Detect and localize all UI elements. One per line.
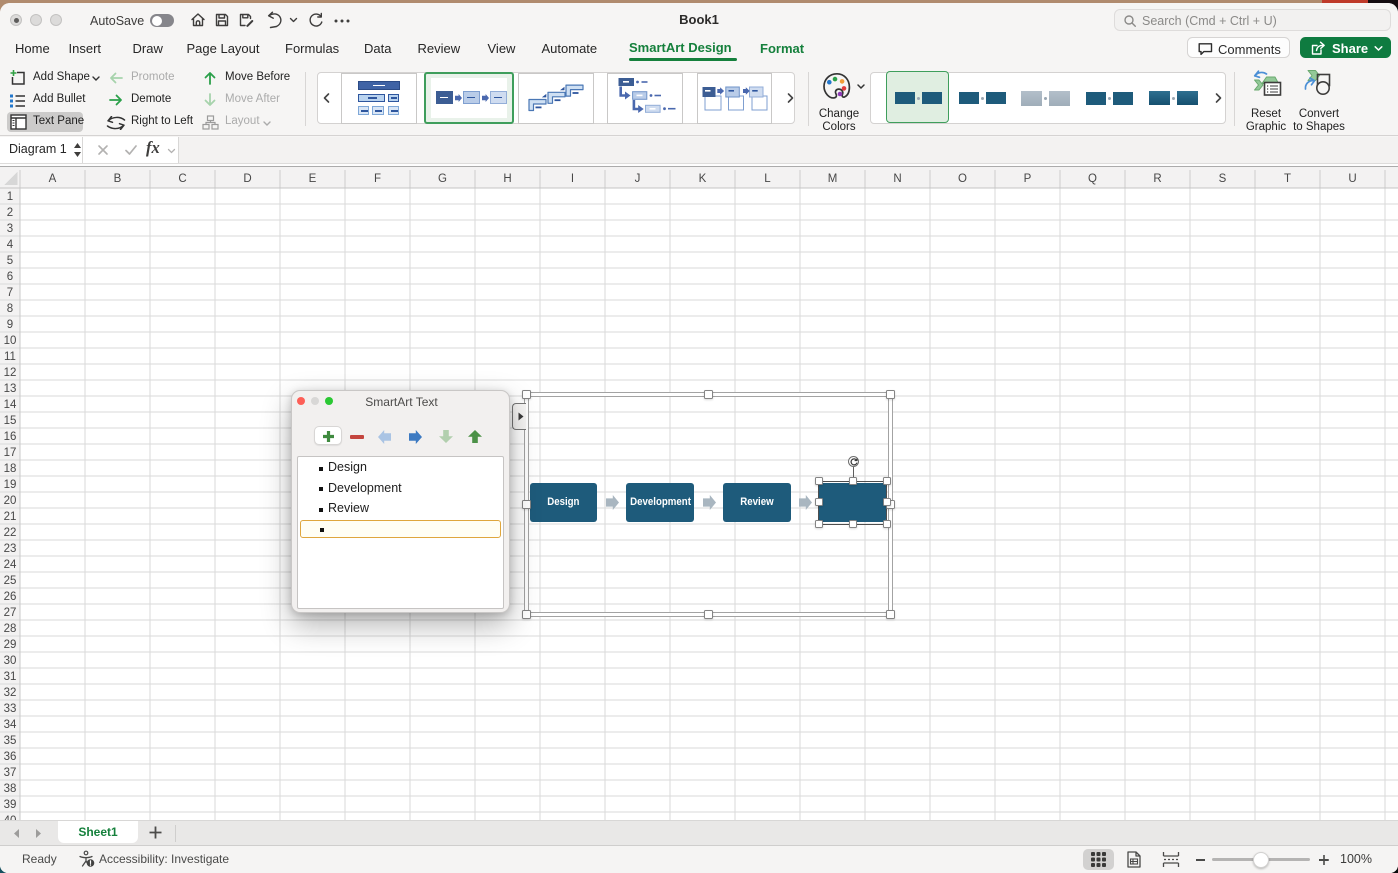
svg-text:36: 36 — [4, 751, 17, 763]
svg-text:15: 15 — [4, 415, 17, 427]
svg-text:K: K — [699, 173, 707, 185]
svg-text:H: H — [503, 173, 511, 185]
svg-text:4: 4 — [7, 239, 14, 251]
svg-text:R: R — [1153, 173, 1161, 185]
svg-text:B: B — [114, 173, 122, 185]
svg-text:5: 5 — [7, 255, 13, 267]
svg-text:9: 9 — [7, 319, 13, 331]
svg-text:14: 14 — [4, 399, 17, 411]
svg-text:Q: Q — [1088, 173, 1097, 185]
svg-text:F: F — [374, 173, 381, 185]
svg-text:39: 39 — [4, 799, 17, 811]
svg-text:3: 3 — [7, 223, 13, 235]
svg-text:2: 2 — [7, 207, 13, 219]
svg-text:20: 20 — [4, 495, 17, 507]
svg-text:G: G — [438, 173, 447, 185]
svg-text:23: 23 — [4, 543, 17, 555]
svg-text:N: N — [893, 173, 901, 185]
svg-text:30: 30 — [4, 655, 17, 667]
svg-text:12: 12 — [4, 367, 17, 379]
svg-text:25: 25 — [4, 575, 17, 587]
svg-text:32: 32 — [4, 687, 17, 699]
svg-text:U: U — [1348, 173, 1356, 185]
svg-text:34: 34 — [4, 719, 17, 731]
svg-text:21: 21 — [4, 511, 17, 523]
svg-text:T: T — [1284, 173, 1291, 185]
svg-text:35: 35 — [4, 735, 17, 747]
svg-text:A: A — [49, 173, 57, 185]
svg-text:37: 37 — [4, 767, 17, 779]
svg-text:S: S — [1219, 173, 1227, 185]
svg-text:C: C — [178, 173, 186, 185]
svg-text:31: 31 — [4, 671, 17, 683]
svg-text:19: 19 — [4, 479, 17, 491]
svg-text:D: D — [243, 173, 251, 185]
svg-text:29: 29 — [4, 639, 17, 651]
svg-text:1: 1 — [7, 191, 13, 203]
svg-text:11: 11 — [4, 351, 16, 363]
svg-text:22: 22 — [4, 527, 17, 539]
svg-text:16: 16 — [4, 431, 17, 443]
svg-text:7: 7 — [7, 287, 13, 299]
svg-text:24: 24 — [4, 559, 17, 571]
svg-text:L: L — [764, 173, 771, 185]
svg-text:18: 18 — [4, 463, 17, 475]
svg-text:E: E — [309, 173, 317, 185]
svg-text:P: P — [1024, 173, 1032, 185]
svg-text:8: 8 — [7, 303, 13, 315]
svg-text:M: M — [828, 173, 838, 185]
svg-text:27: 27 — [4, 607, 17, 619]
svg-text:28: 28 — [4, 623, 17, 635]
svg-text:26: 26 — [4, 591, 17, 603]
svg-text:I: I — [571, 173, 574, 185]
svg-text:J: J — [635, 173, 641, 185]
svg-text:10: 10 — [4, 335, 17, 347]
svg-text:17: 17 — [4, 447, 17, 459]
svg-text:6: 6 — [7, 271, 13, 283]
svg-text:33: 33 — [4, 703, 17, 715]
svg-text:38: 38 — [4, 783, 17, 795]
svg-text:O: O — [958, 173, 967, 185]
svg-text:13: 13 — [4, 383, 17, 395]
